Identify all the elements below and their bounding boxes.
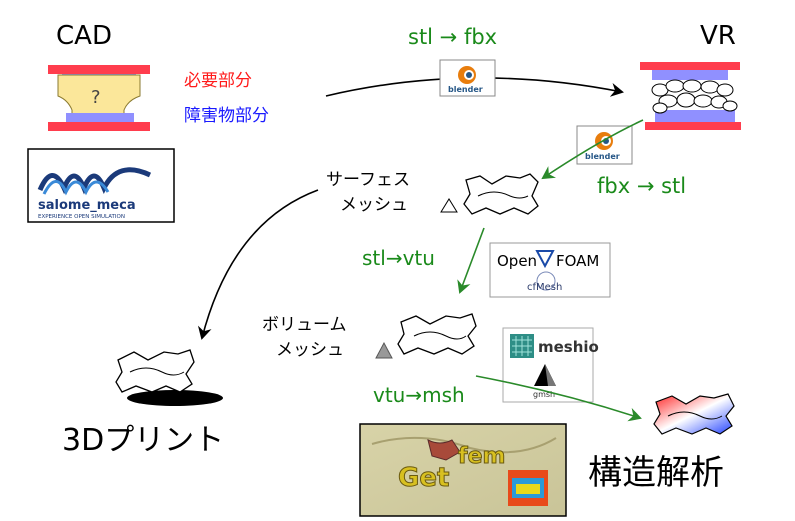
meshio-gmsh-logo: meshio gmsh bbox=[502, 327, 599, 403]
vtu-to-msh-label: vtu→msh bbox=[373, 383, 465, 407]
stl-to-vtu-label: stl→vtu bbox=[362, 246, 435, 270]
tetrahedron-icon bbox=[375, 341, 393, 359]
cad-title: CAD bbox=[56, 21, 112, 51]
vr-model-icon bbox=[640, 62, 741, 130]
workflow-diagram: CAD ? 必要部分 障害物部分 salome_meca EXPERIENCE … bbox=[27, 21, 741, 517]
required-part-label: 必要部分 bbox=[184, 71, 252, 91]
triangle-icon bbox=[440, 198, 458, 213]
blender-label-right: blender bbox=[585, 152, 620, 161]
volume-mesh-line2: メッシュ bbox=[276, 340, 344, 360]
openfoam-cfmesh-logo: Open FOAM cfMesh bbox=[489, 242, 611, 298]
structural-analysis-label: 構造解析 bbox=[588, 453, 724, 493]
fbx-to-stl-label: fbx → stl bbox=[597, 174, 686, 198]
blender-logo-right: blender bbox=[576, 125, 633, 165]
stl-to-fbx-label: stl → fbx bbox=[408, 25, 497, 49]
salome-name: salome_meca bbox=[38, 198, 136, 213]
getfem-get: Get bbox=[398, 463, 449, 493]
salome-meca-logo: salome_meca EXPERIENCE OPEN SIMULATION bbox=[27, 148, 175, 223]
blender-logo-top: blender bbox=[439, 59, 496, 97]
volume-mesh-shape bbox=[397, 313, 477, 355]
salome-tagline: EXPERIENCE OPEN SIMULATION bbox=[38, 214, 125, 220]
openfoam-foam: FOAM bbox=[556, 252, 599, 270]
openfoam-open: Open bbox=[497, 252, 537, 270]
surface-mesh-shape bbox=[463, 173, 539, 215]
cad-model-icon: ? bbox=[48, 65, 150, 131]
getfem-fem: fem bbox=[458, 444, 505, 469]
print-3d-icon bbox=[115, 349, 223, 406]
surface-mesh-line2: メッシュ bbox=[340, 195, 408, 215]
blender-label-top: blender bbox=[448, 85, 483, 94]
cfmesh-label: cfMesh bbox=[527, 282, 562, 293]
surface-mesh-line1: サーフェス bbox=[326, 170, 410, 190]
arrow-surface-to-volume bbox=[457, 227, 485, 294]
question-mark: ? bbox=[91, 87, 101, 108]
meshio-label: meshio bbox=[538, 338, 599, 356]
print-3d-label: 3Dプリント bbox=[62, 423, 224, 458]
volume-mesh-line1: ボリューム bbox=[262, 315, 347, 335]
obstacle-part-label: 障害物部分 bbox=[184, 106, 269, 126]
getfem-logo: Get fem bbox=[359, 423, 567, 517]
vr-title: VR bbox=[700, 21, 736, 51]
